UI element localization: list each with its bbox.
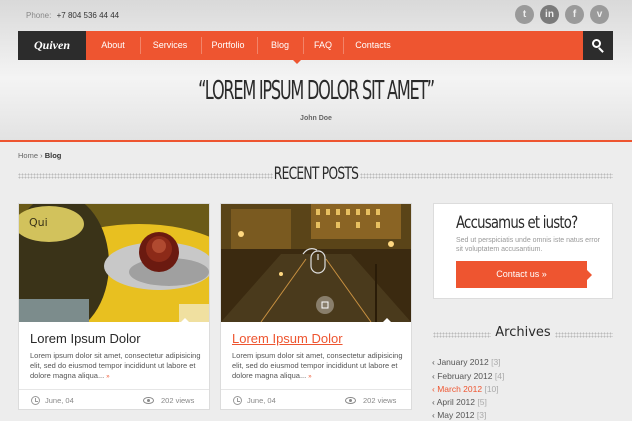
post-meta: June, 04 202 views <box>221 389 411 410</box>
archive-count: [3] <box>491 357 501 367</box>
archive-label: April 2012 <box>436 397 476 407</box>
image-notch <box>180 318 190 323</box>
post-views: 202 views <box>363 396 397 405</box>
vimeo-icon[interactable]: v <box>590 5 609 24</box>
archive-label: March 2012 <box>437 384 483 394</box>
nav-divider <box>343 37 344 54</box>
nav-divider <box>201 37 202 54</box>
linkedin-icon[interactable]: in <box>540 5 559 24</box>
nav-item-portfolio[interactable]: Portfolio <box>205 31 251 60</box>
post-views: 202 views <box>161 396 195 405</box>
header-accent-line <box>0 140 632 142</box>
phone-number[interactable]: +7 804 536 44 44 <box>57 11 120 20</box>
post-excerpt-text: Lorem ipsum dolor sit amet, consectetur … <box>30 351 201 380</box>
search-icon-handle <box>598 47 604 53</box>
post-image-city-night[interactable] <box>221 204 411 322</box>
archive-label: February 2012 <box>437 371 493 381</box>
archive-label: May 2012 <box>437 410 475 420</box>
nav-divider <box>257 37 258 54</box>
archive-count: [4] <box>494 371 505 381</box>
nav-divider <box>303 37 304 54</box>
post-title[interactable]: Lorem Ipsum Dolor <box>232 331 343 346</box>
image-notch <box>382 318 392 323</box>
post-excerpt: Lorem ipsum dolor sit amet, consectetur … <box>232 351 407 382</box>
nav-item-contacts[interactable]: Contacts <box>349 31 397 60</box>
hero-author: John Doe <box>300 115 332 122</box>
read-more-link[interactable]: » <box>106 374 109 380</box>
twitter-icon[interactable]: t <box>515 5 534 24</box>
nav-item-about[interactable]: About <box>93 31 133 60</box>
post-title[interactable]: Lorem Ipsum Dolor <box>30 331 141 346</box>
clock-icon <box>233 396 242 405</box>
post-date: June, 04 <box>247 396 276 405</box>
breadcrumb-home[interactable]: Home <box>18 151 38 160</box>
post-excerpt-text: Lorem ipsum dolor sit amet, consectetur … <box>232 351 403 380</box>
archive-label: January 2012 <box>437 357 489 367</box>
eye-icon <box>143 397 154 404</box>
post-meta: June, 04 202 views <box>19 389 209 410</box>
read-more-link[interactable]: » <box>308 374 311 380</box>
post-card: Lorem Ipsum Dolor Lorem ipsum dolor sit … <box>220 203 412 410</box>
post-excerpt: Lorem ipsum dolor sit amet, consectetur … <box>30 351 205 382</box>
eye-icon <box>345 397 356 404</box>
nav-item-faq[interactable]: FAQ <box>309 31 337 60</box>
promo-text: Sed ut perspiciatis unde omnis iste natu… <box>456 237 600 253</box>
clock-icon <box>31 396 40 405</box>
contact-promo: Accusamus et iusto? Sed ut perspiciatis … <box>433 203 613 299</box>
contact-us-button[interactable]: Contact us » <box>456 261 592 288</box>
archive-item[interactable]: ‹ April 2012 [5] <box>432 397 487 407</box>
search-button[interactable] <box>583 31 613 60</box>
archive-count: [3] <box>476 410 487 420</box>
svg-text:Qui: Qui <box>29 216 48 229</box>
archive-item[interactable]: ‹ February 2012 [4] <box>432 371 504 381</box>
nav-item-blog[interactable]: Blog <box>263 31 297 60</box>
breadcrumb-separator: › <box>40 151 43 160</box>
archive-item[interactable]: ‹ May 2012 [3] <box>432 410 486 420</box>
archive-item[interactable]: ‹ January 2012 [3] <box>432 357 501 367</box>
dotted-divider <box>360 173 613 179</box>
breadcrumb: Home › Blog <box>18 151 61 160</box>
promo-title: Accusamus et iusto? <box>456 213 578 233</box>
nav-divider <box>140 37 141 54</box>
archive-item-active[interactable]: ‹ March 2012 [10] <box>432 384 499 394</box>
archive-count: [10] <box>484 384 499 394</box>
post-date: June, 04 <box>45 396 74 405</box>
post-card: Qui Lorem Ipsum Dolor Lorem ipsum dolor … <box>18 203 210 410</box>
archive-count: [5] <box>477 397 487 407</box>
phone-info: Phone: +7 804 536 44 44 <box>26 11 119 20</box>
dotted-divider <box>555 332 613 338</box>
facebook-icon[interactable]: f <box>565 5 584 24</box>
main-nav: Quiven About Services Portfolio Blog FAQ… <box>18 31 613 64</box>
hero-quote: “LOREM IPSUM DOLOR SIT AMET” <box>198 76 435 106</box>
nav-item-services[interactable]: Services <box>145 31 195 60</box>
site-logo[interactable]: Quiven <box>18 31 86 60</box>
phone-label: Phone: <box>26 11 52 20</box>
breadcrumb-current: Blog <box>44 151 62 160</box>
post-image-hydrant[interactable]: Qui <box>19 204 209 322</box>
active-nav-indicator <box>293 60 301 64</box>
